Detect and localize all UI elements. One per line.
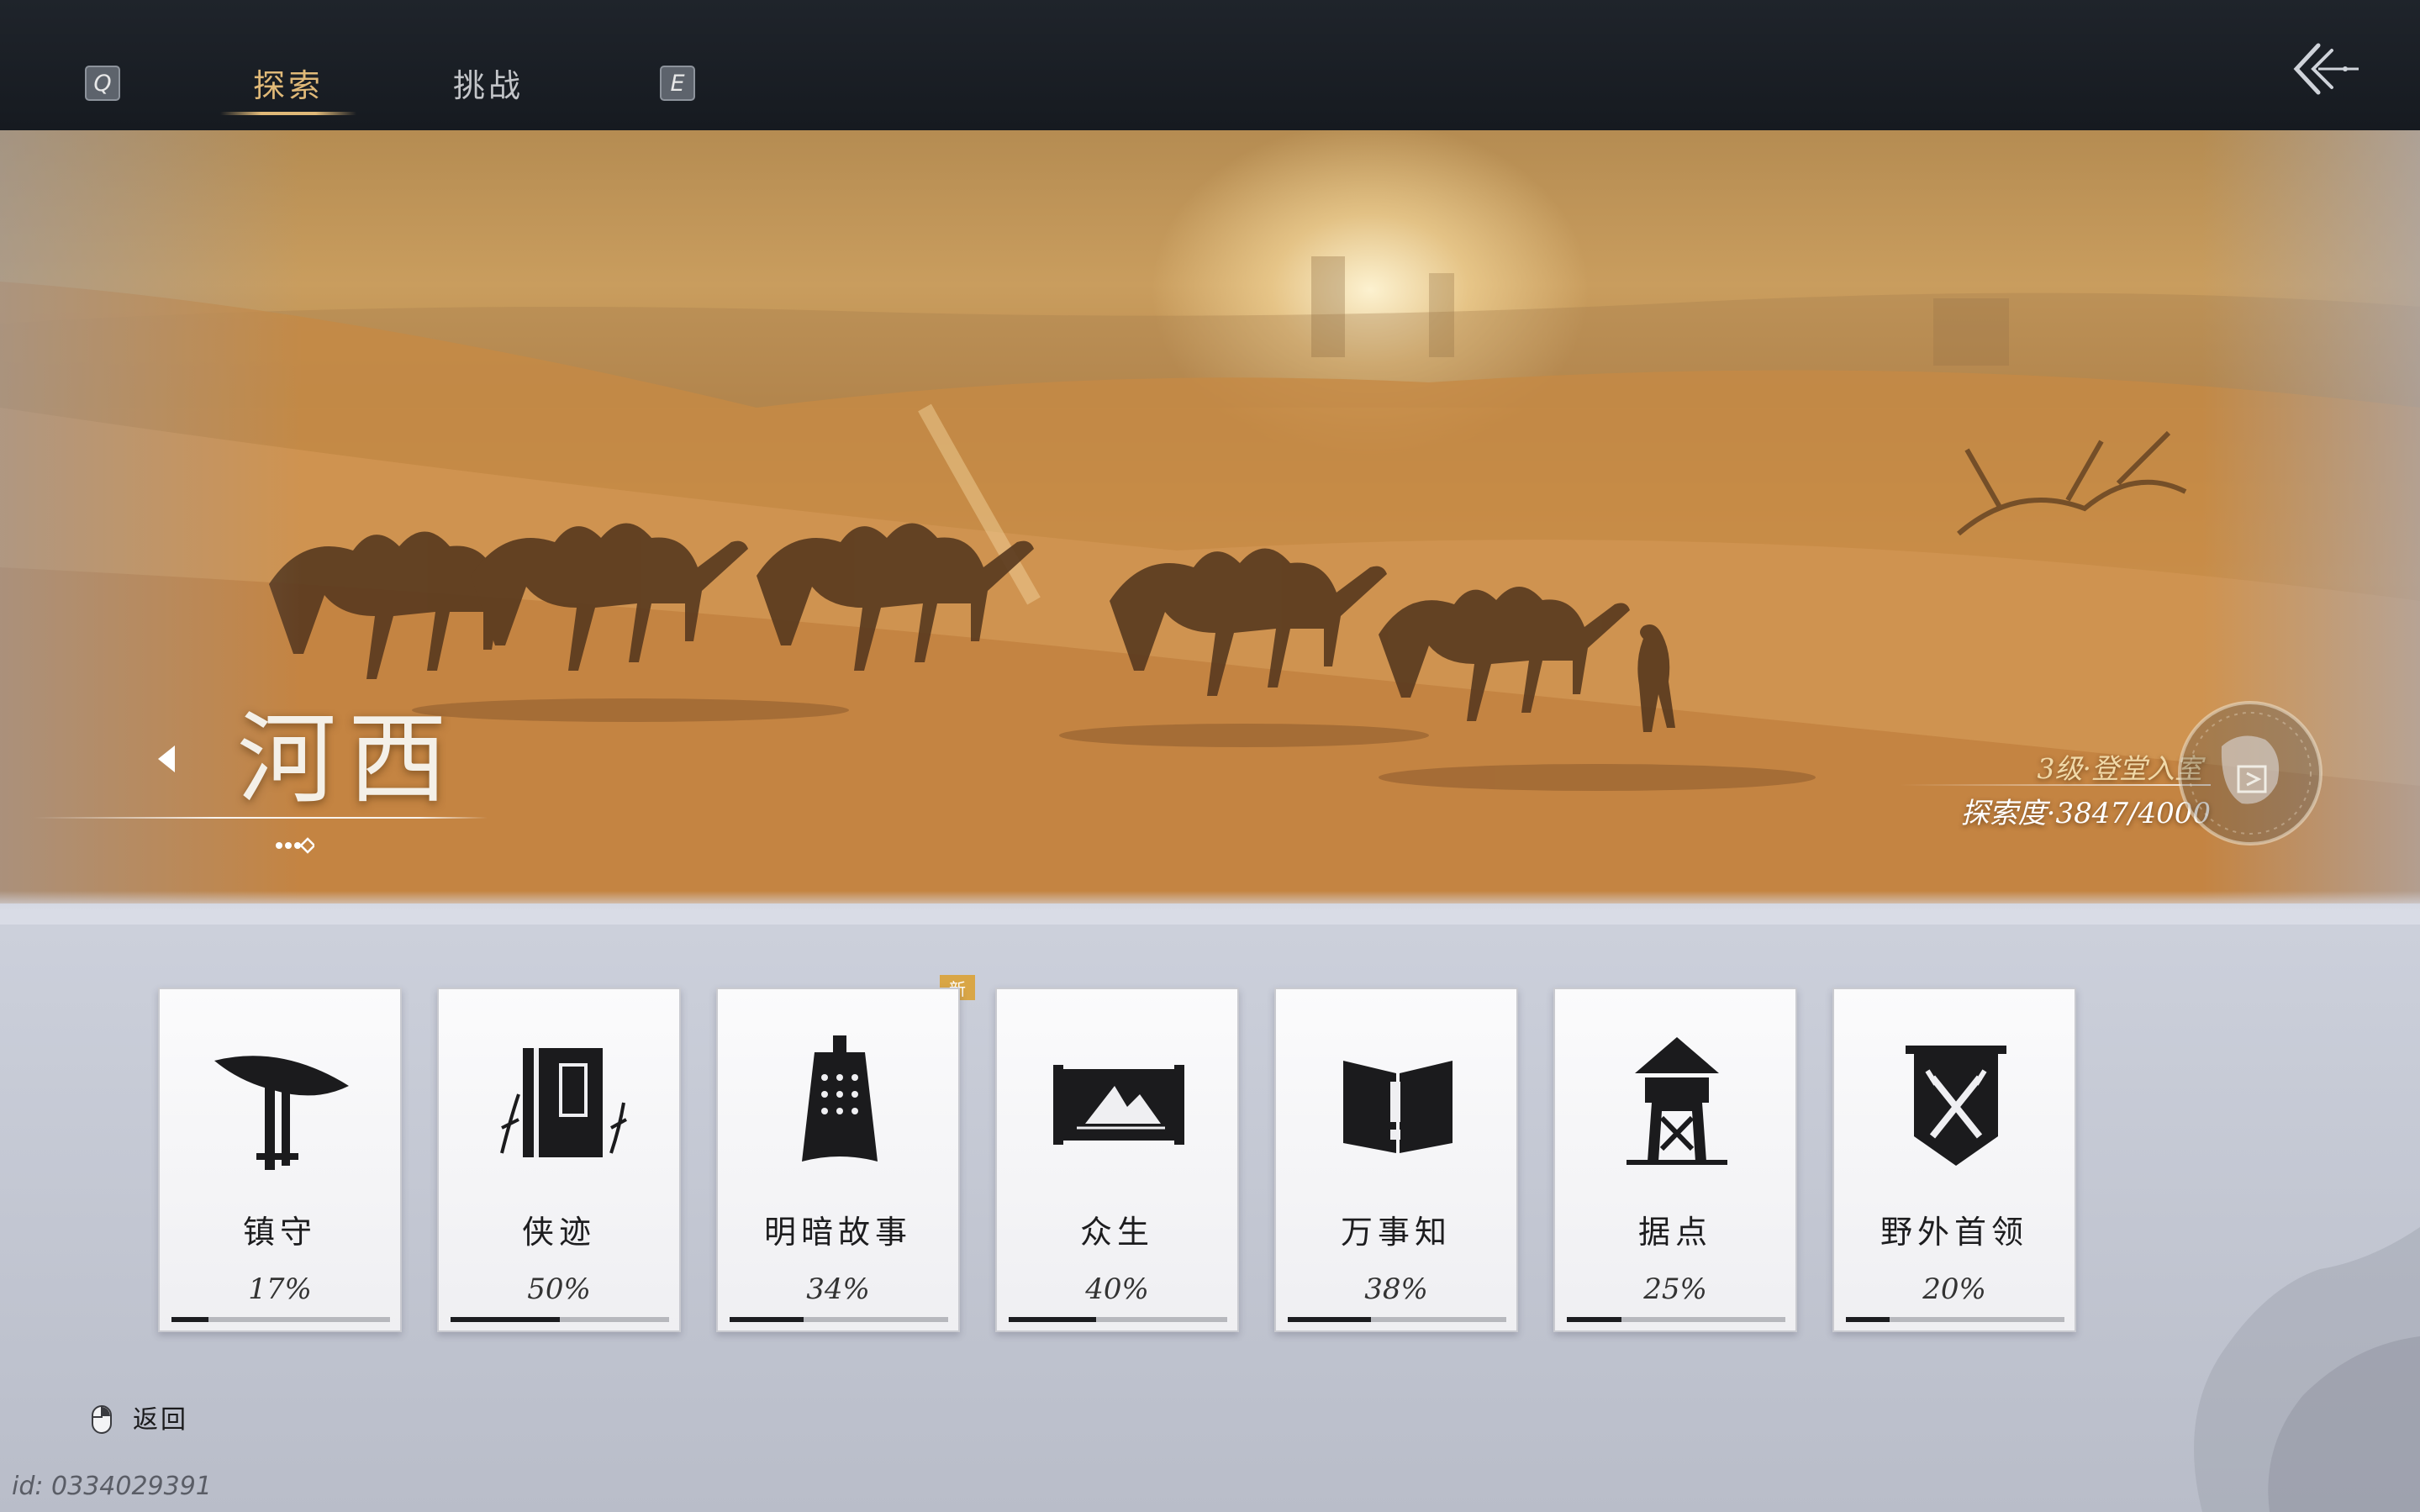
card-percent: 50% — [527, 1272, 591, 1306]
book-icon — [500, 1048, 627, 1157]
progress-fill — [171, 1317, 209, 1322]
card-progress-bar — [451, 1317, 669, 1322]
card-progress-bar — [1009, 1317, 1227, 1322]
user-id: id: 0334029391 — [12, 1472, 212, 1501]
watchtower-icon — [1627, 1037, 1727, 1165]
exploration-progress: 探索度·3847/4000 — [1960, 797, 2211, 830]
progress-fill — [1567, 1317, 1621, 1322]
banner-edge — [0, 891, 2420, 925]
crossed-swords-banner-icon — [1906, 1046, 2006, 1166]
card-label: 镇守 — [242, 1214, 317, 1251]
q-key-hint[interactable]: Q — [85, 66, 120, 101]
card-label: 众生 — [1079, 1214, 1154, 1251]
progress-fill — [1009, 1317, 1096, 1322]
region-page-dots-icon — [276, 837, 314, 854]
progress-fill — [1288, 1317, 1371, 1322]
mouse-right-click-icon — [92, 1405, 112, 1434]
fog-decoration — [2194, 1227, 2420, 1512]
card-wild-bosses[interactable]: 野外首领 20% — [1832, 988, 2076, 1332]
card-garrison[interactable]: 镇守 17% — [158, 988, 402, 1332]
card-progress-bar — [730, 1317, 948, 1322]
top-bar: Q 探索 挑战 E — [0, 0, 2420, 130]
back-arrow-icon[interactable] — [2285, 40, 2362, 97]
card-strongholds[interactable]: 据点 25% — [1553, 988, 1797, 1332]
card-percent: 17% — [248, 1272, 312, 1306]
card-percent: 34% — [806, 1272, 870, 1306]
region-map-medallion-icon[interactable] — [2173, 696, 2328, 851]
card-progress-bar — [171, 1317, 390, 1322]
rank-underline — [1900, 784, 2211, 786]
card-all-knowledge[interactable]: 万事知 38% — [1274, 988, 1518, 1332]
scroll-painting-icon — [1053, 1065, 1184, 1145]
progress-fill — [1846, 1317, 1890, 1322]
progress-fill — [730, 1317, 804, 1322]
card-all-beings[interactable]: 众生 40% — [995, 988, 1239, 1332]
previous-region-arrow-icon[interactable] — [155, 742, 178, 776]
bell-icon — [802, 1035, 878, 1162]
active-tab-underline — [220, 112, 356, 115]
card-label: 野外首领 — [1880, 1214, 2028, 1251]
card-label: 万事知 — [1340, 1214, 1452, 1251]
progress-fill — [451, 1317, 560, 1322]
region-name: 河西 — [237, 701, 460, 817]
card-label: 明暗故事 — [763, 1214, 912, 1251]
e-key-hint[interactable]: E — [660, 66, 695, 101]
card-percent: 20% — [1922, 1272, 1986, 1306]
region-divider — [34, 817, 488, 819]
card-label: 侠迹 — [521, 1214, 596, 1251]
region-rank: 3级·登堂入室 — [2037, 752, 2203, 785]
card-progress-bar — [1288, 1317, 1506, 1322]
card-progress-bar — [1846, 1317, 2064, 1322]
card-hero-traces[interactable]: 侠迹 50% — [437, 988, 681, 1332]
card-label: 据点 — [1637, 1214, 1712, 1251]
hat-staff-icon — [214, 1056, 349, 1170]
card-percent: 38% — [1364, 1272, 1428, 1306]
tab-challenge[interactable]: 挑战 — [420, 57, 556, 108]
card-light-dark-stories[interactable]: 明暗故事 34% — [716, 988, 960, 1332]
tab-explore[interactable]: 探索 — [220, 57, 356, 108]
card-percent: 40% — [1085, 1272, 1149, 1306]
open-book-exclamation-icon — [1343, 1061, 1453, 1153]
back-button[interactable]: 返回 — [133, 1405, 188, 1436]
card-progress-bar — [1567, 1317, 1785, 1322]
card-percent: 25% — [1643, 1272, 1707, 1306]
